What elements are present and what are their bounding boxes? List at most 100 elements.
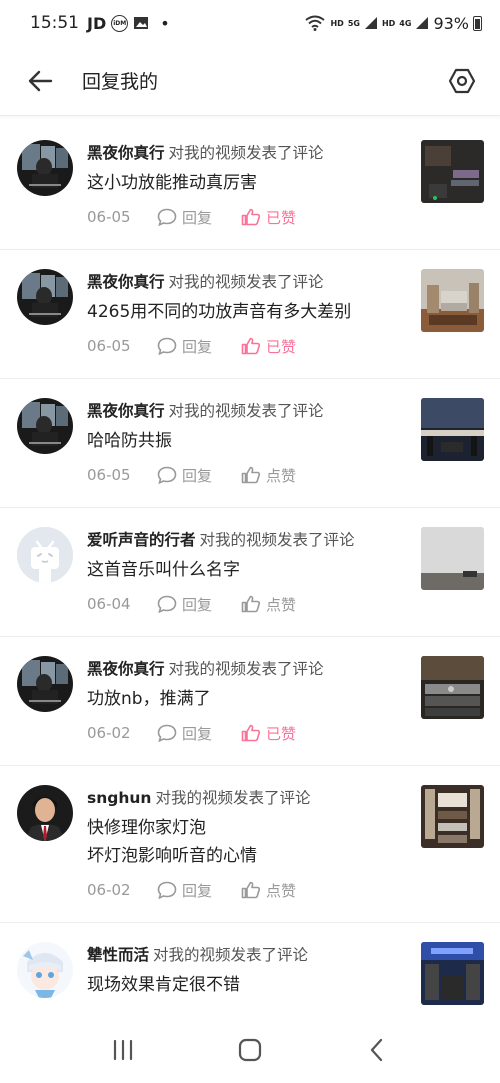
- hd-label: HD: [330, 18, 344, 28]
- comment-text[interactable]: 现场效果肯定很不错: [87, 971, 410, 999]
- reply-bubble-icon: [157, 466, 177, 484]
- default-tv-avatar-icon: [17, 527, 73, 583]
- nav-back-button[interactable]: [357, 1030, 397, 1070]
- comment-meta: 06-04 回复 点赞: [87, 593, 410, 615]
- video-thumbnail[interactable]: [421, 785, 484, 848]
- more-notifications-icon: •: [160, 13, 170, 33]
- like-button[interactable]: 点赞: [241, 594, 296, 615]
- action-text: 对我的视频发表了评论: [155, 789, 311, 807]
- comment-content: 爱听声音的行者 对我的视频发表了评论 这首音乐叫什么名字 06-04 回复 点赞: [87, 529, 410, 615]
- like-label: 已赞: [266, 208, 297, 227]
- settings-hexagon-icon: [448, 68, 476, 93]
- thumbs-up-icon: [241, 881, 261, 899]
- 5g-label: 5G: [347, 18, 360, 28]
- back-arrow-icon: [28, 70, 53, 91]
- reply-button[interactable]: 回复: [157, 465, 241, 486]
- home-button[interactable]: [230, 1030, 270, 1070]
- user-name[interactable]: snghun: [87, 789, 151, 807]
- reply-label: 回复: [182, 466, 213, 485]
- user-name[interactable]: 爱听声音的行者: [87, 531, 196, 549]
- comment-text[interactable]: 4265用不同的功放声音有多大差别: [87, 298, 410, 326]
- list-item[interactable]: 黑夜你真行 对我的视频发表了评论 这小功放能推动真厉害 06-05 回复 已赞: [0, 122, 500, 250]
- action-text: 对我的视频发表了评论: [199, 531, 355, 549]
- reply-bubble-icon: [157, 881, 177, 899]
- video-thumbnail[interactable]: [421, 398, 484, 461]
- list-item[interactable]: 黑夜你真行 对我的视频发表了评论 4265用不同的功放声音有多大差别 06-05 …: [0, 250, 500, 379]
- like-button[interactable]: 已赞: [241, 723, 296, 744]
- like-label: 已赞: [266, 724, 297, 743]
- reply-bubble-icon: [157, 724, 177, 742]
- comment-text-line-2[interactable]: 坏灯泡影响听音的心情: [87, 842, 410, 870]
- battery-percent: 93%: [433, 13, 469, 33]
- avatar[interactable]: [17, 785, 73, 841]
- list-item[interactable]: 爱听声音的行者 对我的视频发表了评论 这首音乐叫什么名字 06-04 回复 点赞: [0, 508, 500, 637]
- comment-date: 06-05: [87, 337, 131, 355]
- comment-text[interactable]: 这小功放能推动真厉害: [87, 169, 410, 197]
- avatar[interactable]: [17, 398, 73, 454]
- like-label: 已赞: [266, 337, 297, 356]
- reply-button[interactable]: 回复: [157, 723, 241, 744]
- recent-apps-button[interactable]: [103, 1030, 143, 1070]
- thumbs-up-icon: [241, 208, 261, 226]
- comment-date: 06-05: [87, 208, 131, 226]
- user-name[interactable]: 犨性而活: [87, 946, 149, 964]
- comment-text[interactable]: 这首音乐叫什么名字: [87, 556, 410, 584]
- settings-button[interactable]: [442, 61, 482, 101]
- user-name[interactable]: 黑夜你真行: [87, 144, 165, 162]
- clock: 15:51: [30, 13, 79, 33]
- action-text: 对我的视频发表了评论: [168, 660, 324, 678]
- thumbs-up-icon: [241, 595, 261, 613]
- like-button[interactable]: 已赞: [241, 336, 296, 357]
- reply-label: 回复: [182, 208, 213, 227]
- status-bar: 15:51 JD iDM • HD 5G HD 4G 93%: [0, 0, 500, 46]
- list-item[interactable]: 黑夜你真行 对我的视频发表了评论 功放nb，推满了 06-02 回复 已赞: [0, 637, 500, 766]
- video-thumbnail[interactable]: [421, 269, 484, 332]
- comment-content: 黑夜你真行 对我的视频发表了评论 功放nb，推满了 06-02 回复 已赞: [87, 658, 410, 744]
- reply-bubble-icon: [157, 337, 177, 355]
- comment-date: 06-04: [87, 595, 131, 613]
- reply-label: 回复: [182, 881, 213, 900]
- comment-date: 06-05: [87, 466, 131, 484]
- action-text: 对我的视频发表了评论: [153, 946, 309, 964]
- list-item[interactable]: 黑夜你真行 对我的视频发表了评论 哈哈防共振 06-05 回复 点赞: [0, 379, 500, 508]
- video-thumbnail[interactable]: [421, 942, 484, 1005]
- list-item[interactable]: 犨性而活 对我的视频发表了评论 现场效果肯定很不错: [0, 923, 500, 1017]
- comment-text[interactable]: 哈哈防共振: [87, 427, 410, 455]
- avatar[interactable]: [17, 140, 73, 196]
- video-thumbnail[interactable]: [421, 656, 484, 719]
- comment-text[interactable]: 功放nb，推满了: [87, 685, 410, 713]
- reply-button[interactable]: 回复: [157, 594, 241, 615]
- reply-bubble-icon: [157, 208, 177, 226]
- system-navigation-bar: [0, 1017, 500, 1083]
- comment-meta: 06-02 回复 已赞: [87, 722, 410, 744]
- user-name[interactable]: 黑夜你真行: [87, 273, 165, 291]
- reply-button[interactable]: 回复: [157, 207, 241, 228]
- 4g-label: 4G: [399, 18, 412, 28]
- like-button[interactable]: 点赞: [241, 465, 296, 486]
- user-name[interactable]: 黑夜你真行: [87, 402, 165, 420]
- recent-apps-icon: [114, 1039, 133, 1061]
- user-name[interactable]: 黑夜你真行: [87, 660, 165, 678]
- like-button[interactable]: 点赞: [241, 880, 296, 901]
- avatar[interactable]: [17, 942, 73, 998]
- back-button[interactable]: [20, 61, 60, 101]
- notification-icons: JD iDM •: [87, 14, 170, 33]
- video-thumbnail[interactable]: [421, 140, 484, 203]
- reply-label: 回复: [182, 595, 213, 614]
- app-header: 回复我的: [0, 46, 500, 116]
- action-text: 对我的视频发表了评论: [168, 273, 324, 291]
- comment-text[interactable]: 快修理你家灯泡: [87, 814, 410, 842]
- avatar[interactable]: [17, 527, 73, 583]
- reply-button[interactable]: 回复: [157, 336, 241, 357]
- like-label: 点赞: [266, 595, 297, 614]
- video-thumbnail[interactable]: [421, 527, 484, 590]
- like-button[interactable]: 已赞: [241, 207, 296, 228]
- list-item[interactable]: snghun 对我的视频发表了评论 快修理你家灯泡 坏灯泡影响听音的心情 06-0…: [0, 766, 500, 923]
- reply-label: 回复: [182, 337, 213, 356]
- comment-content: 犨性而活 对我的视频发表了评论 现场效果肯定很不错: [87, 944, 410, 999]
- comment-list[interactable]: 黑夜你真行对我的视频发表了评论 这小功放能推动真厉害 06-05 回复 已赞: [0, 122, 500, 1017]
- reply-label: 回复: [182, 724, 213, 743]
- reply-button[interactable]: 回复: [157, 880, 241, 901]
- avatar[interactable]: [17, 656, 73, 712]
- avatar[interactable]: [17, 269, 73, 325]
